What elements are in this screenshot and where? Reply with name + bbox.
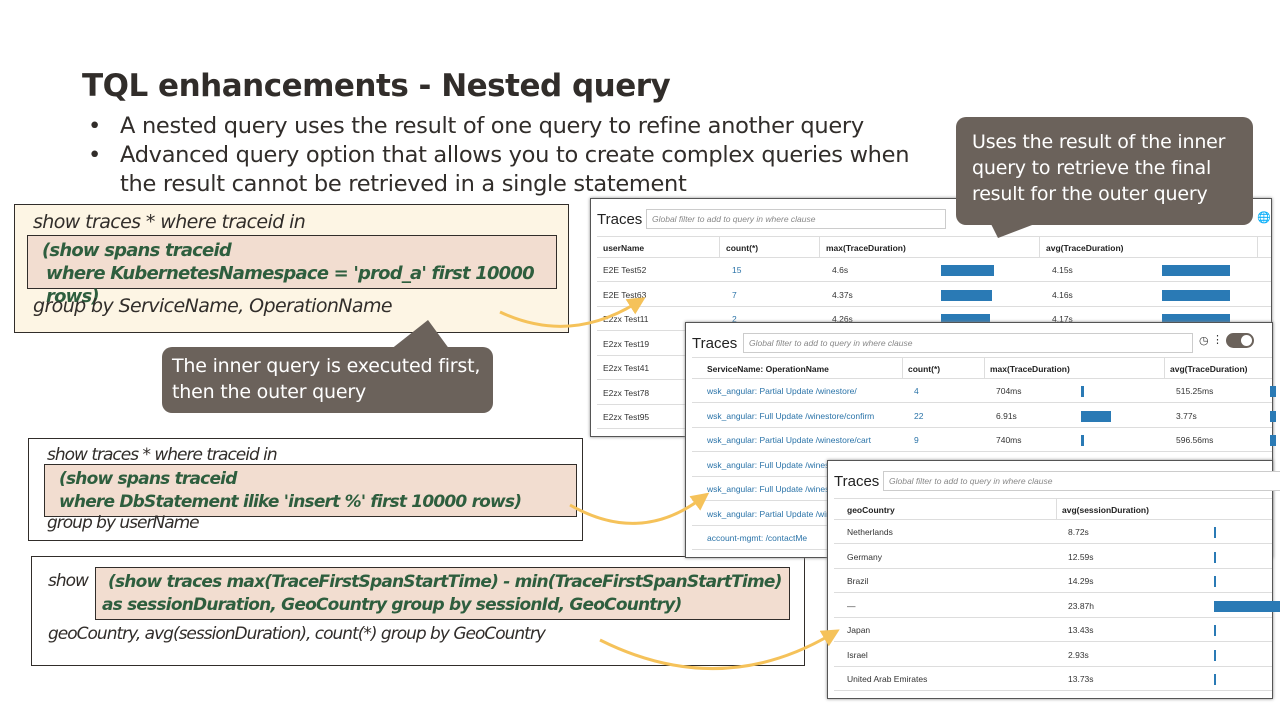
callout-tail-inner [390,320,450,350]
callout-inner: The inner query is executed first, then … [162,347,493,413]
callout-outer: Uses the result of the inner query to re… [956,117,1253,225]
